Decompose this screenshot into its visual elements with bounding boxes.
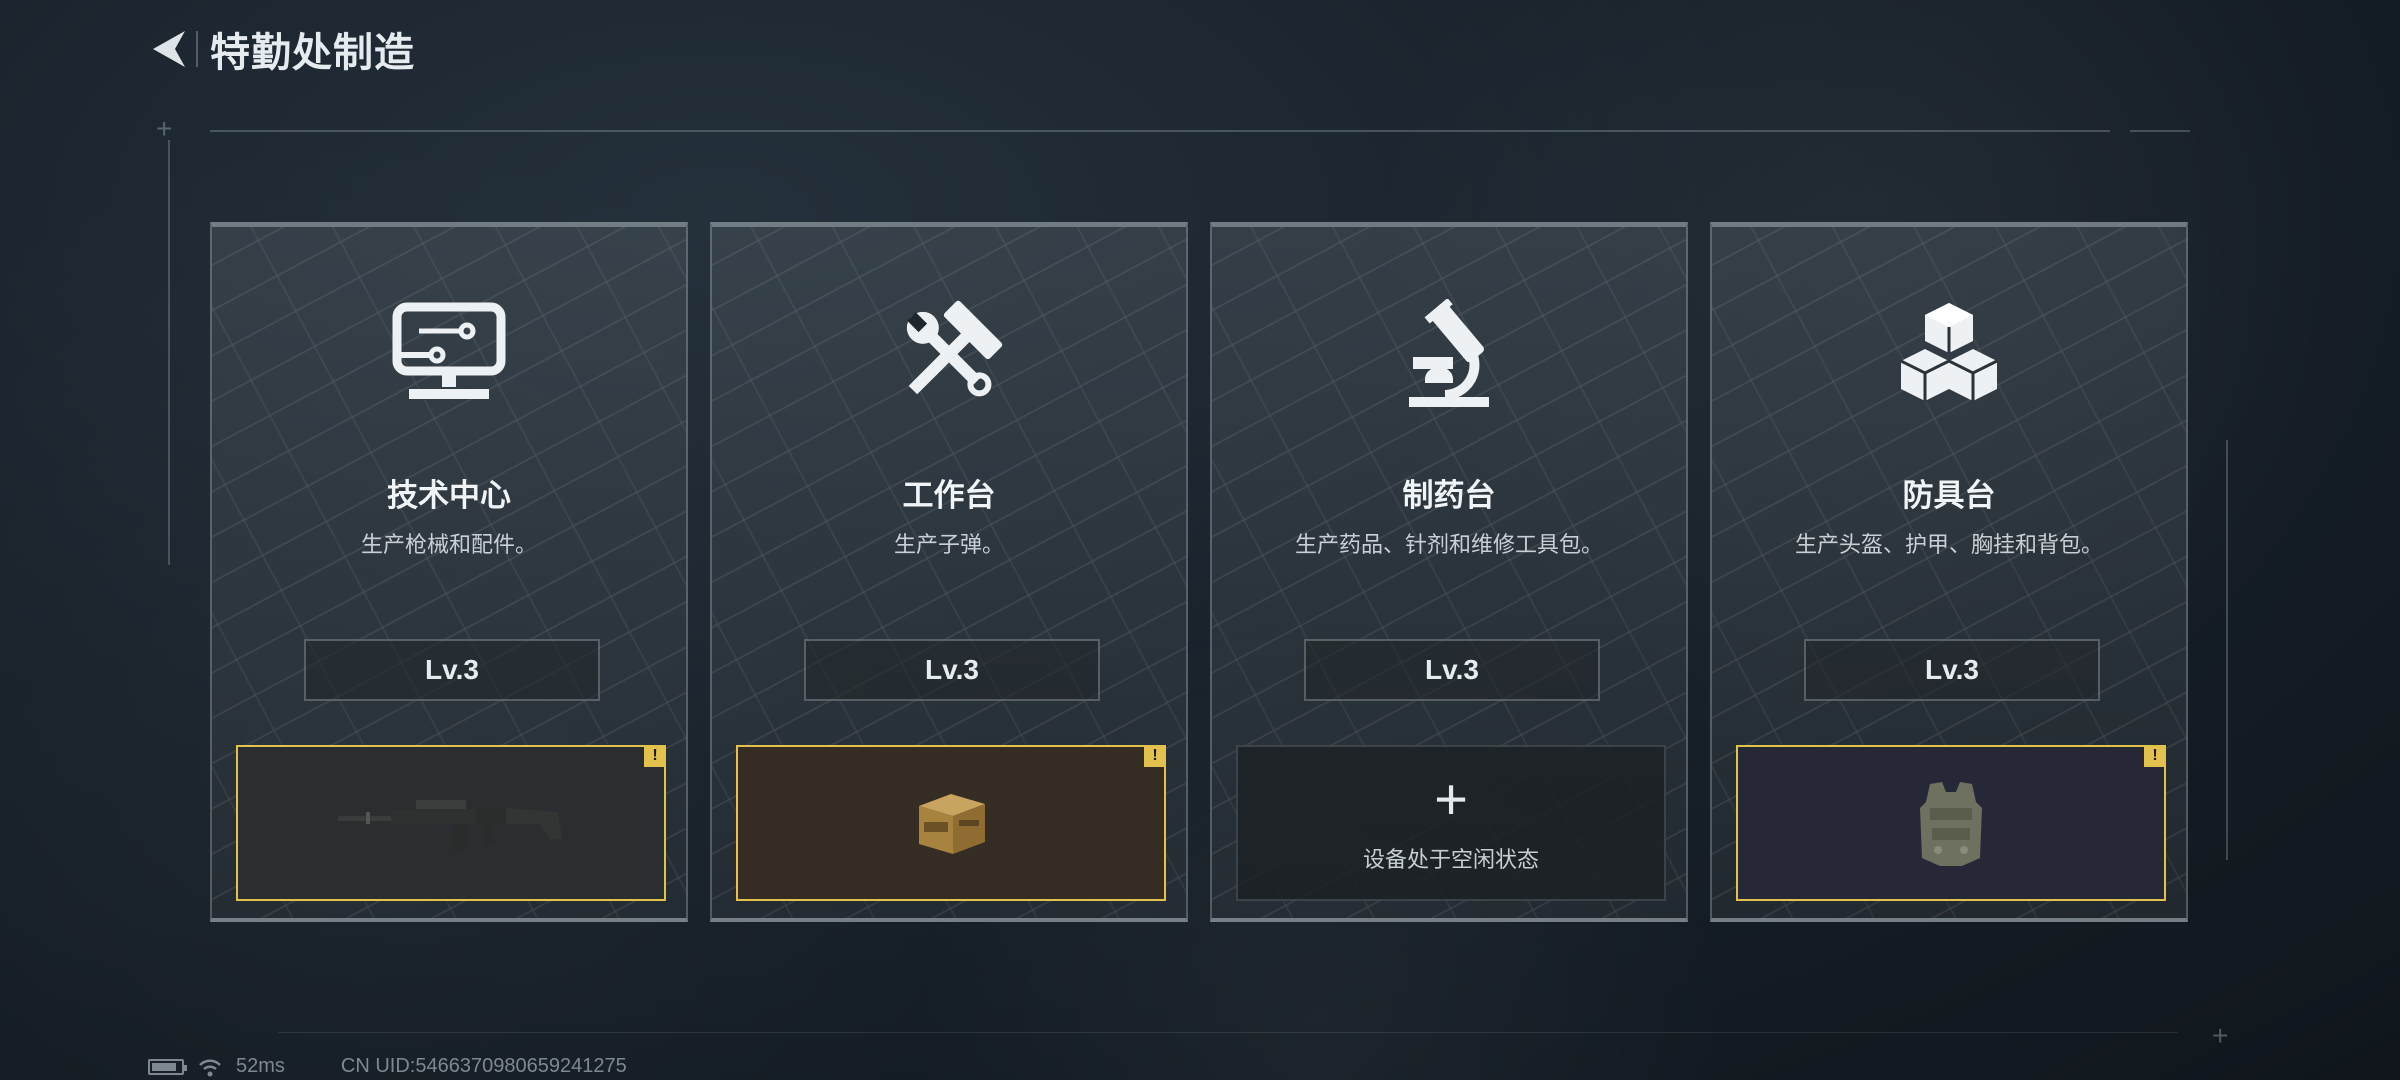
- level-badge: Lv.3: [1304, 639, 1600, 701]
- cubes-icon: [1900, 303, 1998, 401]
- production-slot[interactable]: !: [736, 745, 1166, 901]
- station-card-pharmacy[interactable]: 制药台 生产药品、针剂和维修工具包。 Lv.3 + 设备处于空闲状态: [1210, 222, 1688, 922]
- level-badge: Lv.3: [304, 639, 600, 701]
- back-button[interactable]: [148, 24, 190, 74]
- monitor-icon: [392, 302, 506, 399]
- uid-text: CN UID:5466370980659241275: [340, 1055, 627, 1077]
- station-name: 防具台: [1902, 478, 1996, 513]
- station-description: 生产药品、针剂和维修工具包。: [1294, 532, 1603, 557]
- alert-badge: !: [2144, 745, 2166, 767]
- add-icon: +: [1434, 767, 1468, 832]
- level-badge: Lv.3: [1804, 639, 2100, 701]
- hammer-wrench-icon: [906, 300, 1003, 397]
- station-description: 生产枪械和配件。: [360, 532, 537, 557]
- card-icon-wrap: [1712, 299, 2186, 409]
- corner-cross-bottom-right: +: [2212, 1020, 2229, 1051]
- page-title: 特勤处制造: [210, 31, 415, 75]
- production-slot-idle[interactable]: + 设备处于空闲状态: [1236, 745, 1666, 901]
- right-vertical-line: [2226, 440, 2228, 860]
- top-divider: [210, 130, 2110, 132]
- body-armor-icon: [1920, 782, 1982, 866]
- card-icon-wrap: [212, 299, 686, 409]
- battery-fill: [152, 1062, 176, 1071]
- left-vertical-line: [168, 140, 170, 565]
- station-cards: 技术中心 生产枪械和配件。 Lv.3 ! 工作台 生产子弹。 Lv.3 ! 制药…: [210, 222, 2190, 924]
- wifi-icon: [199, 1059, 221, 1076]
- station-card-armor[interactable]: 防具台 生产头盔、护甲、胸挂和背包。 Lv.3 !: [1710, 222, 2188, 922]
- station-card-workbench[interactable]: 工作台 生产子弹。 Lv.3 !: [710, 222, 1188, 922]
- alert-badge: !: [644, 745, 666, 767]
- alert-badge: !: [1144, 745, 1166, 767]
- station-description: 生产头盔、护甲、胸挂和背包。: [1794, 532, 2103, 557]
- card-icon-wrap: [1212, 299, 1686, 409]
- battery-icon: [148, 1058, 187, 1075]
- top-divider-right: [2130, 130, 2190, 132]
- ammo-crate-icon: [919, 794, 985, 854]
- bottom-divider: [278, 1032, 2178, 1033]
- station-name: 技术中心: [387, 478, 511, 513]
- station-name: 工作台: [902, 478, 996, 513]
- production-slot[interactable]: !: [1736, 745, 2166, 901]
- production-slot[interactable]: !: [236, 745, 666, 901]
- station-card-tech-center[interactable]: 技术中心 生产枪械和配件。 Lv.3 !: [210, 222, 688, 922]
- idle-status-text: 设备处于空闲状态: [1362, 847, 1539, 872]
- status-bar: 52ms CN UID:5466370980659241275: [148, 1055, 627, 1078]
- level-badge: Lv.3: [804, 639, 1100, 701]
- header-separator: [196, 31, 198, 67]
- corner-cross-top-left: +: [156, 113, 173, 144]
- assault-rifle-icon: [338, 800, 562, 850]
- header: 特勤处制造: [148, 22, 415, 76]
- microscope-icon: [1409, 299, 1489, 407]
- station-description: 生产子弹。: [893, 532, 1004, 557]
- station-name: 制药台: [1402, 478, 1496, 513]
- ping-text: 52ms: [236, 1055, 285, 1077]
- back-arrow-icon: [153, 31, 185, 67]
- card-icon-wrap: [712, 299, 1186, 409]
